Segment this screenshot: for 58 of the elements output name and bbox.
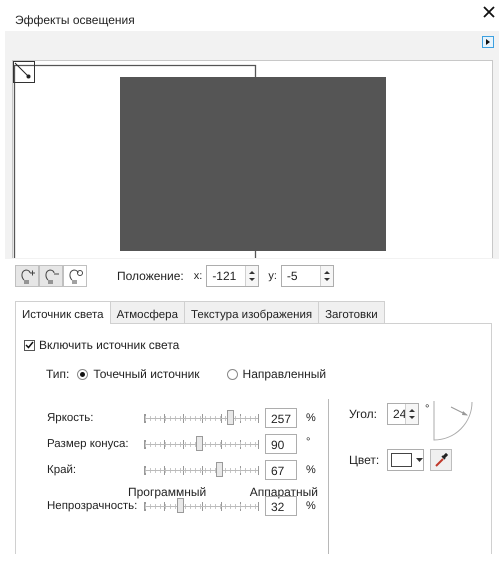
slider-label: Край: [46,464,78,476]
scale-caption: Аппаратный [250,485,318,499]
x-label: x: [194,270,202,282]
up-arrow-icon[interactable] [324,271,330,274]
remove-light-button[interactable] [39,265,63,287]
slider-thumb[interactable] [226,410,234,424]
close-icon[interactable] [483,6,495,18]
type-label: Тип: [46,367,70,381]
tab[interactable]: Источник света [15,301,111,324]
unit-label: % [306,464,316,476]
slider-label: Яркость: [46,412,94,424]
spin-button[interactable] [320,266,333,286]
tab[interactable]: Текстура изображения [184,301,320,323]
unit-label: % [306,500,316,512]
y-label: y: [268,270,277,282]
unit-label: % [306,412,316,424]
number-field[interactable]: 67 [265,460,297,480]
color-picker[interactable] [387,449,424,471]
scale-caption: Программный [128,485,206,499]
checkbox[interactable] [24,340,35,350]
add-light-button[interactable] [15,265,39,287]
light-visibility-button[interactable] [63,265,87,287]
up-arrow-icon[interactable] [249,271,256,274]
expand-button[interactable] [482,36,494,48]
number-field[interactable]: 24 [387,403,419,425]
radio-label: Точечный источник [93,367,200,381]
angle-label: Угол: [349,406,378,421]
slider-thumb[interactable] [196,436,204,450]
number-field[interactable]: 257 [265,408,297,428]
light-handle-icon[interactable] [13,61,35,83]
checkbox-label: Включить источник света [39,338,180,352]
down-arrow-icon[interactable] [249,278,256,281]
slider-thumb[interactable] [216,462,223,476]
down-arrow-icon[interactable] [409,416,415,419]
caret-icon[interactable] [416,458,423,462]
color-label: Цвет: [349,452,380,467]
position-label: Положение: [117,269,184,283]
up-arrow-icon[interactable] [409,409,415,412]
spin-button[interactable] [245,266,258,286]
number-field[interactable]: -5 [280,265,334,287]
slider-label: Непрозрачность: [46,500,138,512]
number-field[interactable]: 32 [265,496,297,516]
down-arrow-icon[interactable] [324,278,330,281]
spin-button[interactable] [405,404,418,424]
eyedropper-button[interactable] [430,449,452,471]
number-field[interactable]: -121 [206,265,260,287]
slider-thumb[interactable] [177,498,184,512]
slider-label: Размер конуса: [46,438,130,450]
unit-label: ° [306,436,312,448]
radio-button[interactable] [77,368,88,380]
number-field[interactable]: 90 [265,434,297,454]
caret-icon[interactable] [486,39,490,45]
degree-label: ° [425,403,430,415]
radio-label: Направленный [242,367,326,381]
window-title: Эффекты освещения [15,13,135,27]
radio-button[interactable] [226,368,238,380]
tab[interactable]: Атмосфера [110,301,185,323]
tab[interactable]: Заготовки [318,301,385,323]
